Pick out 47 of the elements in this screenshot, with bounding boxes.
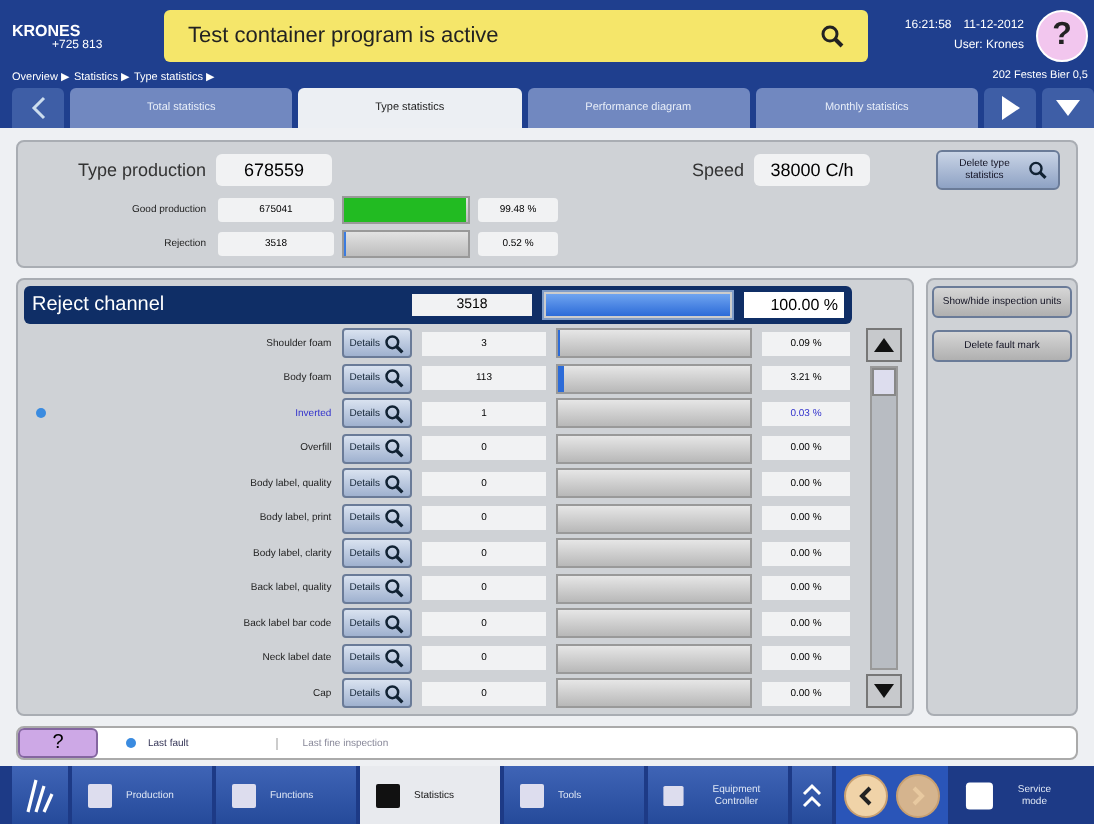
app-icon [516,779,548,811]
forward-button[interactable] [896,773,940,817]
type-production-label: Type production [75,160,206,180]
speed-value: 38000 C/h [754,154,870,186]
magnifier-icon [384,438,404,459]
app-icon [84,779,116,811]
next-button[interactable] [984,88,1036,128]
app-icon [228,779,260,811]
magnifier-icon [384,473,404,494]
app-icon [372,779,404,811]
magnifier-icon [384,403,404,424]
reject-channel-title: Reject channel [32,294,167,316]
triangle-up-icon [874,338,894,352]
caret-down-icon [1056,100,1080,116]
search-icon [820,24,844,48]
magnifier-icon [384,648,404,669]
dropdown-button[interactable] [1042,88,1094,128]
magnifier-icon [384,683,404,704]
fault-marker-icon [126,738,136,748]
help-button[interactable]: ? [18,728,98,758]
magnifier-icon [384,368,404,389]
chevron-up-icon [802,781,822,809]
reject-total-percent: 100.00 % [744,292,844,318]
expand-button[interactable] [792,766,832,824]
message-banner[interactable]: Test container program is active [164,10,868,62]
scrollbar-thumb[interactable] [872,368,896,396]
triangle-down-icon [874,684,894,698]
chevron-left-icon [30,96,46,120]
magnifier-icon [384,333,404,354]
magnifier-icon [384,613,404,634]
square-icon [964,779,995,811]
type-production-value: 678559 [216,154,332,186]
logo-icon [26,777,54,813]
back-button[interactable] [844,773,888,817]
home-button[interactable] [12,766,68,824]
magnifier-icon [1028,158,1048,182]
scrollbar-track[interactable] [870,366,898,670]
play-icon [1000,96,1020,120]
scroll-down-button[interactable] [866,674,902,708]
scroll-up-button[interactable] [866,328,902,362]
brand-logo: KRONES [12,21,83,39]
speed-label: Speed [691,160,744,180]
chevron-left-icon [858,785,874,805]
magnifier-icon [384,578,404,599]
magnifier-icon [384,508,404,529]
help-button[interactable]: ? [1036,10,1088,62]
magnifier-icon [384,543,404,564]
